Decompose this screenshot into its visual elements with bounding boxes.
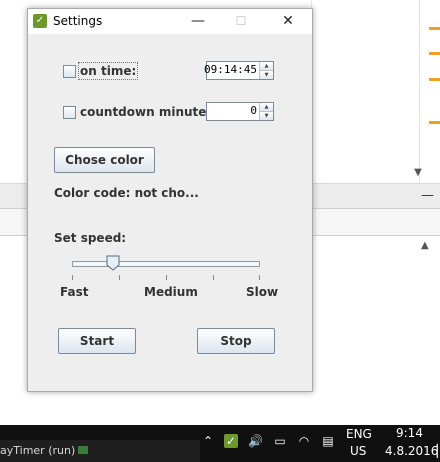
speed-slider-track[interactable]	[72, 261, 260, 267]
language-indicator[interactable]: ENG	[346, 427, 372, 441]
speed-label-fast: Fast	[60, 285, 89, 299]
maximize-button[interactable]: ☐	[222, 9, 260, 34]
speed-tick	[166, 275, 167, 280]
speed-label-slow: Slow	[246, 285, 279, 299]
marker	[429, 27, 440, 30]
speed-label-medium: Medium	[144, 285, 198, 299]
speed-tick	[259, 275, 260, 280]
show-desktop-icon[interactable]: ▕	[426, 444, 440, 458]
speed-tick	[72, 275, 73, 280]
progress-indicator	[78, 446, 88, 454]
increment-arrow-icon[interactable]: ▲	[260, 103, 273, 112]
on-time-label[interactable]: on time:	[77, 62, 139, 80]
scroll-up-icon[interactable]: ▲	[421, 240, 429, 251]
settings-window: ✓ Settings — ☐ ✕ on time: 09:14:45 ▲ ▼ c…	[27, 8, 313, 392]
minimize-button[interactable]: —	[179, 9, 217, 34]
countdown-checkbox[interactable]	[63, 106, 76, 119]
start-button[interactable]: Start	[58, 328, 136, 354]
decrement-arrow-icon[interactable]: ▼	[260, 112, 273, 120]
on-time-value[interactable]: 09:14:45	[204, 63, 257, 76]
title-bar[interactable]: ✓ Settings — ☐ ✕	[28, 9, 312, 34]
on-time-checkbox[interactable]	[63, 65, 76, 78]
battery-icon[interactable]: ▭	[273, 434, 287, 448]
clock-time[interactable]: 9:14	[396, 426, 423, 440]
set-speed-label: Set speed:	[54, 231, 127, 245]
traytimer-icon[interactable]: ✓	[224, 434, 238, 448]
marker	[429, 121, 440, 124]
speed-tick	[213, 275, 214, 280]
on-time-spinner[interactable]: 09:14:45 ▲ ▼	[204, 61, 274, 80]
chose-color-button[interactable]: Chose color	[54, 147, 155, 173]
countdown-spinner[interactable]: 0 ▲ ▼	[206, 102, 274, 121]
countdown-label[interactable]: countdown minutes:	[80, 105, 218, 119]
keyboard-layout[interactable]: US	[350, 444, 366, 458]
countdown-value[interactable]: 0	[250, 104, 257, 117]
editor-marker-strip	[419, 0, 440, 183]
show-hidden-icons-icon[interactable]: ⌃	[201, 434, 215, 448]
notifications-icon[interactable]: ▤	[321, 434, 335, 448]
speed-slider-thumb[interactable]	[106, 255, 120, 271]
speed-tick	[119, 275, 120, 280]
scroll-down-icon[interactable]: ▼	[411, 166, 425, 180]
running-task-label: ayTimer (run)	[0, 444, 76, 457]
window-title: Settings	[53, 14, 103, 28]
close-button[interactable]: ✕	[269, 9, 307, 34]
network-icon[interactable]: ◠	[297, 434, 311, 448]
minimize-panel-icon[interactable]: —	[421, 189, 434, 203]
marker	[429, 78, 440, 81]
decrement-arrow-icon[interactable]: ▼	[260, 71, 273, 79]
marker	[429, 52, 440, 55]
spinner-buttons: ▲ ▼	[259, 103, 273, 120]
stop-button[interactable]: Stop	[197, 328, 275, 354]
app-check-icon: ✓	[33, 14, 47, 28]
spinner-buttons: ▲ ▼	[259, 62, 273, 79]
editor-area	[311, 0, 420, 183]
increment-arrow-icon[interactable]: ▲	[260, 62, 273, 71]
color-code-text: Color code: not cho...	[54, 186, 199, 200]
volume-icon[interactable]: 🔊	[248, 434, 263, 448]
